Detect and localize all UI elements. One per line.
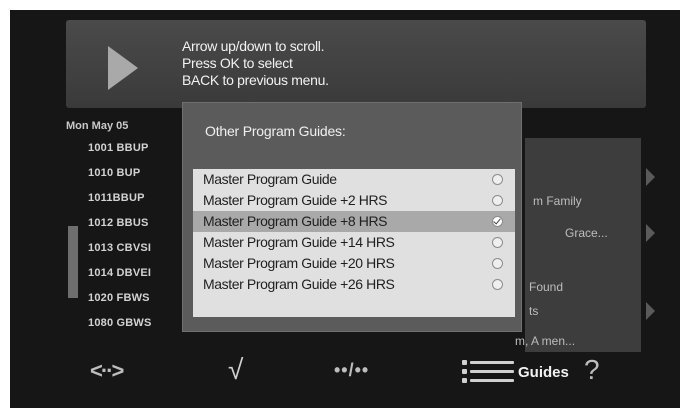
guide-option[interactable]: Master Program Guide +20 HRS: [193, 253, 515, 274]
help-line: BACK to previous menu.: [182, 72, 329, 88]
help-line: Press OK to select: [182, 55, 293, 71]
control-bar: <··> √ ••/•• Guides ?: [10, 350, 680, 400]
guide-option-list: Master Program Guide Master Program Guid…: [193, 169, 515, 317]
program-cell[interactable]: Found: [529, 280, 645, 294]
program-cell[interactable]: m Family: [533, 194, 649, 208]
help-line: Arrow up/down to scroll.: [182, 38, 325, 54]
guide-option-label: Master Program Guide +2 HRS: [203, 192, 388, 208]
help-banner: Arrow up/down to scroll. Press OK to sel…: [66, 20, 646, 108]
channel-item[interactable]: 1012 BBUS: [70, 211, 180, 236]
program-grid-right: m Family Grace... Found ts m, A men...: [515, 138, 655, 352]
chevron-right-icon[interactable]: [646, 302, 655, 320]
play-icon: [108, 46, 138, 90]
page-up-down-icon[interactable]: ••/••: [334, 360, 369, 381]
guide-option[interactable]: Master Program Guide +14 HRS: [193, 232, 515, 253]
radio-icon[interactable]: [492, 258, 503, 269]
list-menu-icon: [462, 360, 514, 384]
guide-option-selected[interactable]: Master Program Guide +8 HRS: [193, 211, 515, 232]
guide-option-label: Master Program Guide +8 HRS: [203, 213, 388, 229]
dialog-title: Other Program Guides:: [205, 123, 346, 139]
radio-icon[interactable]: [492, 279, 503, 290]
channel-item[interactable]: 1014 DBVEI: [70, 261, 180, 286]
channel-item[interactable]: 1010 BUP: [70, 161, 180, 186]
guides-button[interactable]: Guides ?: [462, 354, 602, 388]
guide-option[interactable]: Master Program Guide: [193, 169, 515, 190]
channel-item[interactable]: 1080 GBWS: [70, 311, 180, 336]
guide-option[interactable]: Master Program Guide +26 HRS: [193, 274, 515, 295]
channel-item[interactable]: 1013 CBVSI: [70, 236, 180, 261]
guide-option-label: Master Program Guide: [203, 171, 337, 187]
radio-icon[interactable]: [492, 195, 503, 206]
channel-item[interactable]: 1020 FBWS: [70, 286, 180, 311]
other-guides-dialog: Other Program Guides: Master Program Gui…: [182, 102, 522, 332]
program-cell[interactable]: m, A men...: [515, 334, 631, 348]
guide-option-label: Master Program Guide +20 HRS: [203, 255, 395, 271]
guide-option[interactable]: Master Program Guide +2 HRS: [193, 190, 515, 211]
channel-item[interactable]: 1011BBUP: [70, 186, 180, 211]
guide-date: Mon May 05: [66, 120, 129, 132]
channel-item[interactable]: 1001 BBUP: [70, 136, 180, 161]
chevron-right-icon[interactable]: [646, 224, 655, 242]
radio-icon[interactable]: [492, 237, 503, 248]
checkmark-icon[interactable]: √: [228, 354, 243, 386]
radio-icon[interactable]: [492, 174, 503, 185]
chevron-right-icon[interactable]: [646, 168, 655, 186]
guide-option-label: Master Program Guide +14 HRS: [203, 234, 395, 250]
tv-screen: Mon May 05 1001 BBUP 1010 BUP 1011BBUP 1…: [10, 10, 680, 408]
radio-checked-icon[interactable]: [492, 216, 503, 227]
channel-list: 1001 BBUP 1010 BUP 1011BBUP 1012 BBUS 10…: [70, 136, 180, 356]
program-cell[interactable]: ts: [529, 304, 645, 318]
guides-label: Guides: [518, 364, 569, 381]
help-text: Arrow up/down to scroll. Press OK to sel…: [182, 38, 329, 89]
left-right-nav-icon[interactable]: <··>: [90, 358, 124, 384]
help-icon[interactable]: ?: [584, 354, 600, 386]
program-cell[interactable]: Grace...: [565, 226, 680, 240]
guide-option-label: Master Program Guide +26 HRS: [203, 276, 395, 292]
